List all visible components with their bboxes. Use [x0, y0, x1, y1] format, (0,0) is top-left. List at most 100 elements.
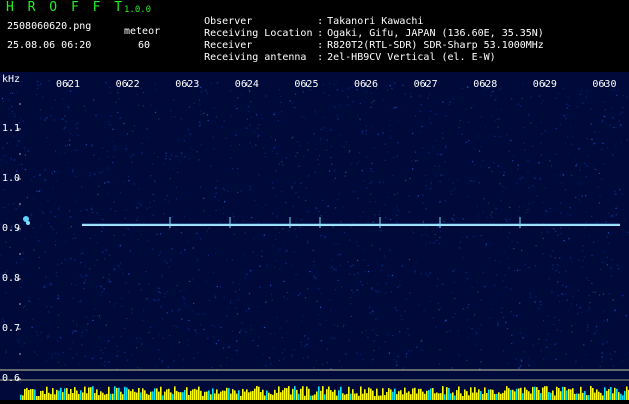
noise-dot [422, 203, 423, 204]
noise-dot [472, 236, 473, 237]
noise-dot [392, 175, 393, 176]
noise-dot [578, 260, 579, 261]
noise-dot [158, 298, 159, 299]
amplitude-bar [220, 392, 222, 400]
noise-dot [385, 160, 386, 161]
noise-dot [114, 235, 115, 236]
amplitude-bar [66, 388, 68, 400]
amplitude-bar [168, 389, 170, 400]
noise-dot [595, 169, 596, 170]
amplitude-bar [178, 392, 180, 400]
noise-dot [182, 367, 183, 368]
noise-dot [412, 133, 413, 134]
noise-dot [375, 201, 376, 202]
amplitude-bar [374, 396, 376, 400]
noise-dot [305, 297, 306, 298]
noise-dot [474, 164, 475, 165]
noise-dot [108, 181, 109, 182]
amplitude-bar [474, 387, 476, 400]
noise-dot [606, 221, 607, 222]
amplitude-bar [508, 388, 510, 400]
noise-dot [105, 348, 106, 349]
amplitude-bar [366, 393, 368, 400]
amplitude-bar [612, 393, 614, 400]
noise-dot [171, 346, 172, 347]
noise-dot [65, 127, 66, 128]
noise-dot [599, 294, 600, 295]
amplitude-bar [444, 394, 446, 400]
amplitude-bar [588, 395, 590, 400]
meteor-count: 60 [138, 40, 150, 52]
noise-dot [453, 215, 454, 216]
noise-dot [313, 367, 314, 368]
noise-dot [494, 136, 495, 137]
noise-dot [97, 212, 98, 213]
noise-dot [165, 199, 166, 200]
noise-dot [298, 197, 299, 198]
spectrogram-background [0, 72, 629, 400]
noise-dot [345, 353, 346, 354]
noise-dot [56, 275, 57, 276]
noise-dot [141, 344, 142, 345]
noise-dot [490, 215, 491, 216]
noise-dot [198, 269, 199, 270]
amplitude-bar [516, 389, 518, 400]
noise-dot [357, 260, 358, 261]
noise-dot [123, 123, 124, 124]
noise-dot [612, 108, 613, 109]
noise-dot [457, 180, 458, 181]
amplitude-bar [602, 395, 604, 400]
noise-dot [541, 133, 542, 134]
noise-dot [505, 187, 506, 188]
amplitude-bar [230, 394, 232, 400]
noise-dot [120, 192, 121, 193]
noise-dot [437, 278, 438, 279]
noise-dot [230, 158, 231, 159]
amplitude-bar [556, 387, 558, 400]
noise-dot [503, 175, 504, 176]
noise-dot [385, 217, 386, 218]
noise-dot [5, 292, 6, 293]
noise-dot [467, 319, 468, 320]
noise-dot [4, 189, 5, 190]
noise-dot [449, 330, 450, 331]
noise-dot [419, 95, 420, 96]
noise-dot [606, 236, 607, 237]
noise-dot [455, 313, 456, 314]
noise-dot [564, 115, 565, 116]
noise-dot [389, 130, 390, 131]
noise-dot [430, 242, 431, 243]
noise-dot [295, 156, 296, 157]
noise-dot [190, 218, 191, 219]
amplitude-bar [242, 389, 244, 400]
amplitude-bar [72, 393, 74, 400]
noise-dot [616, 95, 617, 96]
amplitude-bar [54, 394, 56, 400]
noise-dot [291, 186, 292, 187]
noise-dot [273, 188, 274, 189]
noise-dot [365, 330, 366, 331]
noise-dot [299, 293, 300, 294]
noise-dot [613, 366, 614, 367]
noise-dot [173, 361, 174, 362]
noise-dot [136, 220, 137, 221]
noise-dot [535, 266, 536, 267]
noise-dot [315, 172, 316, 173]
noise-dot [589, 302, 590, 303]
noise-dot [452, 218, 453, 219]
noise-dot [306, 344, 307, 345]
noise-dot [474, 149, 475, 150]
noise-dot [609, 293, 610, 294]
noise-dot [551, 165, 552, 166]
noise-dot [614, 351, 615, 352]
amplitude-bar [256, 386, 258, 400]
noise-dot [257, 128, 258, 129]
noise-dot [391, 291, 392, 292]
noise-dot [615, 145, 616, 146]
noise-dot [525, 264, 526, 265]
noise-dot [410, 156, 411, 157]
noise-dot [245, 232, 246, 233]
freq-tick-label: 1.0 [2, 173, 20, 184]
noise-dot [307, 149, 308, 150]
noise-dot [137, 94, 138, 95]
